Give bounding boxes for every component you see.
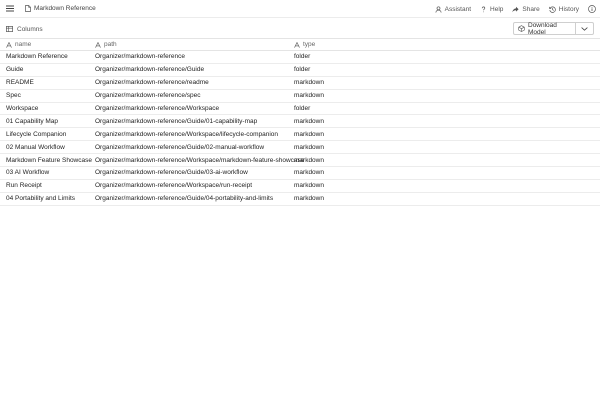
- chevron-down-icon: [581, 26, 588, 31]
- assistant-label: Assistant: [444, 5, 472, 13]
- table-row[interactable]: README Organizer/markdown-reference/read…: [0, 77, 600, 90]
- cell-path: Organizer/markdown-reference/spec: [95, 92, 201, 100]
- cell-name: Lifecycle Companion: [6, 130, 67, 138]
- cell-type: markdown: [294, 130, 324, 138]
- table-row[interactable]: Markdown Feature Showcase Organizer/mark…: [0, 154, 600, 168]
- cell-type: markdown: [294, 79, 324, 87]
- cell-name: 01 Capability Map: [6, 117, 59, 125]
- cell-name: 04 Portability and Limits: [6, 195, 76, 203]
- column-header-label: name: [15, 41, 32, 48]
- help-icon: [480, 6, 487, 13]
- hamburger-icon: [6, 5, 14, 12]
- text-type-icon: [95, 41, 101, 48]
- cell-type: markdown: [294, 156, 324, 164]
- columns-label: Columns: [17, 25, 43, 33]
- history-button[interactable]: History: [549, 6, 579, 13]
- text-type-icon: [6, 41, 12, 48]
- help-button[interactable]: Help: [480, 6, 503, 13]
- cell-path: Organizer/markdown-reference/Guide: [95, 66, 205, 74]
- top-bar: Markdown Reference Assistant Help Share …: [0, 0, 600, 18]
- cell-name: Guide: [6, 66, 24, 74]
- share-icon: [512, 6, 520, 13]
- cell-path: Organizer/markdown-reference: [95, 53, 185, 61]
- cell-name: Spec: [6, 92, 21, 100]
- column-header-name[interactable]: name: [6, 41, 31, 48]
- cell-type: markdown: [294, 117, 324, 125]
- download-model-button[interactable]: Download Model: [514, 21, 576, 36]
- column-header-label: path: [104, 41, 117, 48]
- cell-name: 02 Manual Workflow: [6, 143, 65, 151]
- cell-path: Organizer/markdown-reference/Workspace: [95, 105, 220, 112]
- table-header: name path type: [0, 39, 600, 51]
- help-label: Help: [490, 5, 504, 13]
- cell-name: Markdown Feature Showcase: [6, 156, 92, 164]
- document-breadcrumb[interactable]: Markdown Reference: [25, 5, 96, 12]
- cell-path: Organizer/markdown-reference/Guide/02-ma…: [95, 143, 265, 151]
- download-model-label: Download Model: [528, 21, 557, 36]
- table-row[interactable]: Markdown Reference Organizer/markdown-re…: [0, 51, 600, 64]
- history-icon: [549, 6, 556, 13]
- share-button[interactable]: Share: [512, 5, 540, 13]
- cell-name: 03 AI Workflow: [6, 169, 50, 177]
- column-header-path[interactable]: path: [95, 41, 117, 48]
- table-row[interactable]: Lifecycle Companion Organizer/markdown-r…: [0, 128, 600, 142]
- download-options-button[interactable]: [576, 23, 593, 34]
- cell-path: Organizer/markdown-reference/Guide/01-ca…: [95, 117, 258, 125]
- table-row[interactable]: Workspace Organizer/markdown-reference/W…: [0, 103, 600, 116]
- cell-name: README: [6, 79, 34, 87]
- table-row[interactable]: 04 Portability and Limits Organizer/mark…: [0, 193, 600, 206]
- cell-name: Workspace: [6, 105, 39, 112]
- cell-path: Organizer/markdown-reference/Workspace/m…: [95, 156, 305, 164]
- toolbar: Columns Download Model: [0, 19, 600, 39]
- table-row[interactable]: 01 Capability Map Organizer/markdown-ref…: [0, 115, 600, 129]
- table-row[interactable]: 03 AI Workflow Organizer/markdown-refere…: [0, 167, 600, 180]
- cell-path: Organizer/markdown-reference/Workspace/l…: [95, 130, 279, 138]
- column-header-type[interactable]: type: [294, 41, 315, 48]
- history-label: History: [558, 5, 579, 13]
- columns-button[interactable]: Columns: [6, 19, 43, 39]
- text-type-icon: [294, 41, 300, 48]
- assistant-icon: [435, 5, 442, 13]
- cell-type: markdown: [294, 92, 324, 100]
- cell-name: Markdown Reference: [6, 53, 68, 61]
- download-model-control: Download Model: [513, 21, 594, 36]
- model-icon: [518, 25, 525, 32]
- cell-path: Organizer/markdown-reference/Guide/03-ai…: [95, 169, 248, 177]
- cell-type: markdown: [294, 143, 324, 151]
- table-row[interactable]: Guide Organizer/markdown-reference/Guide…: [0, 64, 600, 77]
- cell-path: Organizer/markdown-reference/readme: [95, 79, 209, 87]
- cell-type: markdown: [294, 182, 324, 190]
- document-icon: [25, 5, 31, 12]
- table-row[interactable]: Run Receipt Organizer/markdown-reference…: [0, 180, 600, 193]
- cell-type: folder: [294, 66, 311, 74]
- column-header-label: type: [303, 41, 316, 48]
- cell-name: Run Receipt: [6, 182, 42, 190]
- cell-path: Organizer/markdown-reference/Workspace/r…: [95, 182, 253, 190]
- info-button[interactable]: [588, 5, 596, 13]
- columns-icon: [6, 26, 13, 32]
- model-table: name path type Markdown Reference Organi…: [0, 39, 600, 206]
- cell-path: Organizer/markdown-reference/Guide/04-po…: [95, 195, 274, 203]
- menu-button[interactable]: [0, 0, 20, 18]
- cell-type: markdown: [294, 195, 324, 203]
- cell-type: folder: [294, 105, 311, 112]
- cell-type: folder: [294, 53, 311, 61]
- info-icon: [588, 5, 596, 13]
- document-title: Markdown Reference: [34, 5, 96, 12]
- cell-type: markdown: [294, 169, 324, 177]
- share-label: Share: [522, 5, 540, 13]
- table-row[interactable]: 02 Manual Workflow Organizer/markdown-re…: [0, 141, 600, 155]
- table-row[interactable]: Spec Organizer/markdown-reference/spec m…: [0, 90, 600, 103]
- assistant-button[interactable]: Assistant: [435, 6, 471, 13]
